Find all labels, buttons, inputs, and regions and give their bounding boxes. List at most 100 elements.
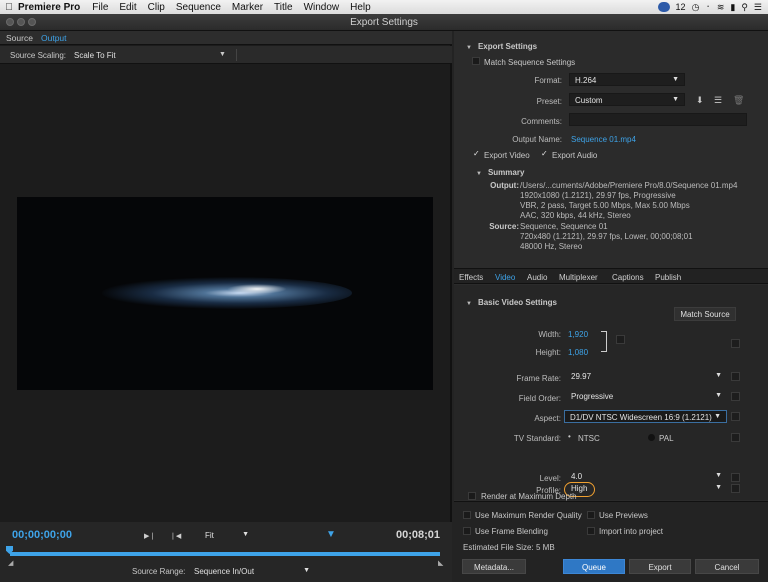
tab-output[interactable]: Output <box>41 33 67 43</box>
chevron-down-icon: ▼ <box>242 531 249 538</box>
max-render-quality-checkbox[interactable] <box>463 511 471 519</box>
ntsc-label: NTSC <box>578 434 600 443</box>
comments-input[interactable] <box>569 113 747 126</box>
render-max-depth-label: Render at Maximum Depth <box>481 492 577 501</box>
delete-preset-icon[interactable]: 🗑 <box>733 95 744 106</box>
duration-timecode: 00;08;01 <box>395 529 440 541</box>
metadata-button[interactable]: Metadata... <box>462 559 526 574</box>
cue-point-icon[interactable]: ▼ <box>326 529 336 540</box>
format-label: Format: <box>534 76 562 85</box>
tab-captions[interactable]: Captions <box>612 273 644 282</box>
menu-list-icon[interactable]: ☰ <box>754 2 762 13</box>
export-video-checkbox[interactable]: ✓ <box>473 149 480 158</box>
dimension-override-checkbox[interactable] <box>731 339 740 348</box>
level-select[interactable]: 4.0 ▼ <box>566 470 727 483</box>
menu-help[interactable]: Help <box>350 2 371 13</box>
import-project-checkbox[interactable] <box>587 527 595 535</box>
window-title-bar: Export Settings <box>0 14 768 31</box>
height-value[interactable]: 1,080 <box>568 348 588 357</box>
menu-title[interactable]: Title <box>274 2 293 13</box>
menu-file[interactable]: File <box>92 2 108 13</box>
preview-tabs: Source Output <box>0 31 452 45</box>
menu-marker[interactable]: Marker <box>232 2 263 13</box>
profile-override-checkbox[interactable] <box>731 484 740 493</box>
disclosure-triangle-icon: ▼ <box>476 171 482 177</box>
preset-label: Preset: <box>536 97 562 106</box>
use-previews-checkbox[interactable] <box>587 511 595 519</box>
wifi-icon[interactable]: ≋ <box>717 2 725 13</box>
tab-video[interactable]: Video <box>495 273 515 282</box>
field-order-override-checkbox[interactable] <box>731 392 740 401</box>
preview-highlight <box>227 284 287 294</box>
out-marker-icon[interactable]: ◣ <box>438 559 443 567</box>
settings-tabs: Effects Video Audio Multiplexer Captions… <box>454 268 768 284</box>
export-settings-header[interactable]: ▼ Export Settings <box>466 42 537 51</box>
chevron-down-icon: ▼ <box>672 96 679 103</box>
match-sequence-checkbox[interactable] <box>472 57 480 65</box>
tab-effects[interactable]: Effects <box>459 273 483 282</box>
frame-blending-checkbox[interactable] <box>463 527 471 535</box>
timeline-track[interactable] <box>10 552 440 556</box>
summary-header[interactable]: ▼ Summary <box>476 168 524 177</box>
level-override-checkbox[interactable] <box>731 473 740 482</box>
set-in-point-icon[interactable]: ▶❘ <box>144 532 155 540</box>
export-video-label: Export Video <box>484 151 530 160</box>
current-timecode[interactable]: 00;00;00;00 <box>12 529 72 541</box>
tab-multiplexer[interactable]: Multiplexer <box>559 273 598 282</box>
link-dimensions-icon[interactable] <box>601 331 607 352</box>
tab-audio[interactable]: Audio <box>527 273 547 282</box>
export-button[interactable]: Export <box>629 559 691 574</box>
basic-video-settings-header[interactable]: ▼ Basic Video Settings <box>466 298 557 307</box>
render-max-depth-checkbox[interactable] <box>468 492 476 500</box>
notification-badge-icon[interactable] <box>657 2 670 12</box>
battery-icon[interactable]: ▮ <box>730 2 735 13</box>
source-scaling-row: Source Scaling: Scale To Fit ▼ <box>0 46 452 64</box>
output-name-link[interactable]: Sequence 01.mp4 <box>571 135 636 144</box>
frame-rate-label: Frame Rate: <box>516 374 561 383</box>
width-value[interactable]: 1,920 <box>568 330 588 339</box>
menu-clip[interactable]: Clip <box>148 2 165 13</box>
menu-app-name[interactable]: Premiere Pro <box>18 2 80 13</box>
ntsc-radio[interactable]: • <box>568 432 571 441</box>
width-override-checkbox[interactable] <box>616 335 625 344</box>
export-audio-checkbox[interactable]: ✓ <box>541 149 548 158</box>
import-preset-icon[interactable]: ☰ <box>714 95 722 106</box>
tv-standard-override-checkbox[interactable] <box>731 433 740 442</box>
save-preset-icon[interactable]: ⬇ <box>696 95 704 106</box>
cancel-button[interactable]: Cancel <box>695 559 759 574</box>
format-select[interactable]: H.264 ▼ <box>569 73 685 86</box>
apple-icon[interactable]:  <box>0 2 18 13</box>
set-out-point-icon[interactable]: ❘◀ <box>170 532 181 540</box>
menu-sequence[interactable]: Sequence <box>176 2 221 13</box>
chevron-down-icon: ▼ <box>672 76 679 83</box>
match-source-button[interactable]: Match Source <box>674 307 736 321</box>
aspect-override-checkbox[interactable] <box>731 412 740 421</box>
summary-source-label: Source: <box>489 222 519 231</box>
chevron-down-icon: ▼ <box>303 567 310 574</box>
source-range-label: Source Range: <box>132 567 186 576</box>
source-scaling-select[interactable]: Scale To Fit <box>74 51 116 60</box>
tab-source[interactable]: Source <box>6 33 33 43</box>
pal-radio[interactable] <box>648 434 655 441</box>
menu-window[interactable]: Window <box>304 2 340 13</box>
status-tray: 12 ◷ ᛫ ≋ ▮ ⚲ ☰ <box>657 0 762 14</box>
tab-publish[interactable]: Publish <box>655 273 681 282</box>
menu-edit[interactable]: Edit <box>119 2 136 13</box>
search-icon[interactable]: ⚲ <box>741 2 748 13</box>
frame-rate-select[interactable]: 29.97 ▼ <box>566 370 727 383</box>
zoom-select[interactable]: Fit ▼ <box>205 531 249 540</box>
chevron-down-icon[interactable]: ▼ <box>219 51 226 58</box>
chevron-down-icon: ▼ <box>714 413 721 420</box>
source-range-select[interactable]: Sequence In/Out ▼ <box>194 567 310 576</box>
in-marker-icon[interactable]: ◢ <box>8 559 13 567</box>
clock-icon[interactable]: ◷ <box>692 2 700 13</box>
field-order-label: Field Order: <box>518 394 561 403</box>
level-label: Level: <box>539 474 561 483</box>
queue-button[interactable]: Queue <box>563 559 625 574</box>
frame-rate-override-checkbox[interactable] <box>731 372 740 381</box>
field-order-select[interactable]: Progressive ▼ <box>566 390 727 403</box>
bluetooth-icon[interactable]: ᛫ <box>705 2 710 12</box>
preset-select[interactable]: Custom ▼ <box>569 93 685 106</box>
tray-count: 12 <box>675 2 686 12</box>
aspect-select[interactable]: D1/DV NTSC Widescreen 16:9 (1.2121) ▼ <box>564 410 727 423</box>
